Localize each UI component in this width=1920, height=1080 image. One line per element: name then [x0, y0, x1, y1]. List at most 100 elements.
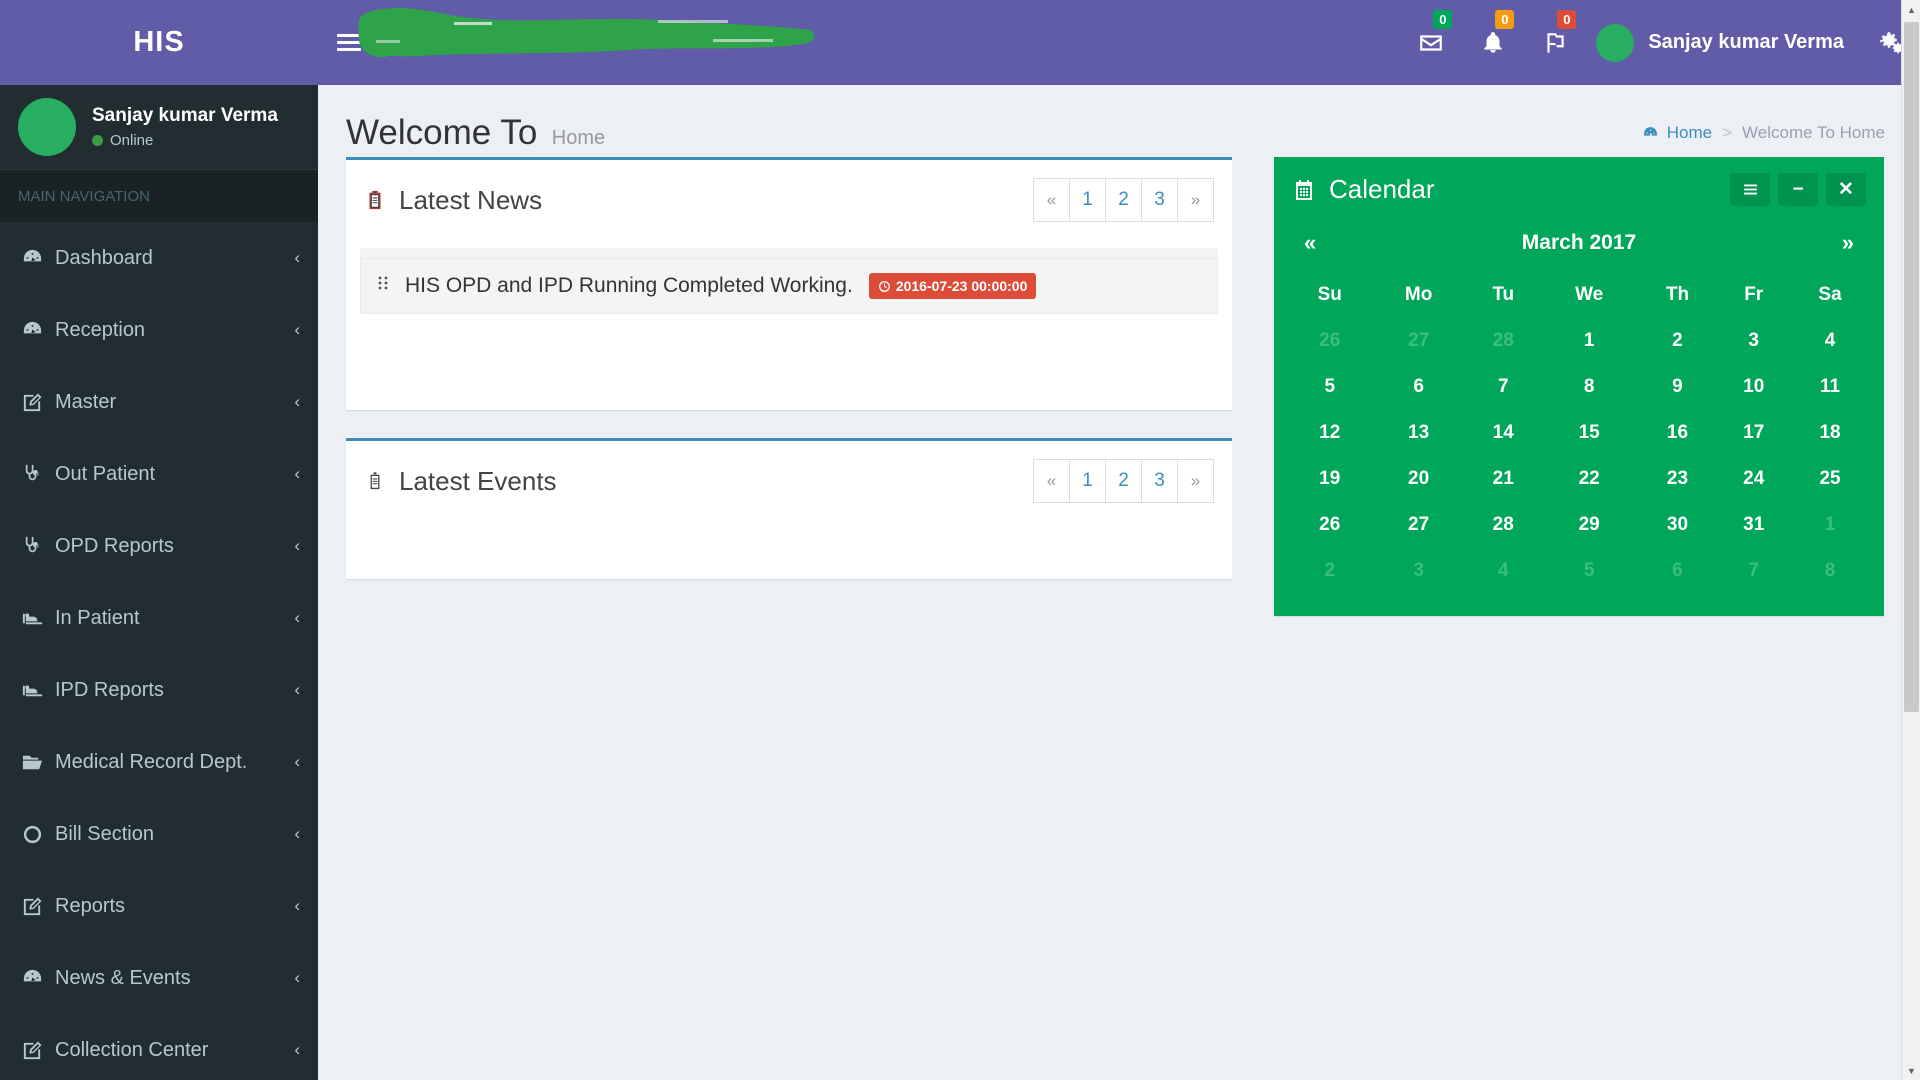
calendar-day-cell[interactable]: 29	[1541, 502, 1638, 548]
calendar-day-cell[interactable]: 28	[1466, 502, 1541, 548]
sidebar-item-out-patient[interactable]: Out Patient ‹	[0, 438, 318, 510]
calendar-day-cell[interactable]: 16	[1638, 410, 1718, 456]
calendar-day-cell[interactable]: 21	[1466, 456, 1541, 502]
sidebar-item-reports[interactable]: Reports ‹	[0, 870, 318, 942]
news-item[interactable]: HIS OPD and IPD Running Completed Workin…	[360, 258, 1218, 314]
calendar-day-cell[interactable]: 14	[1466, 410, 1541, 456]
calendar-day-cell[interactable]: 20	[1371, 456, 1465, 502]
sidebar-item-ipd-reports[interactable]: IPD Reports ‹	[0, 654, 318, 726]
calendar-day-cell[interactable]: 19	[1288, 456, 1371, 502]
events-page-1-button[interactable]: 1	[1069, 459, 1106, 503]
sidebar-item-reception[interactable]: Reception ‹	[0, 294, 318, 366]
stethoscope-icon	[21, 535, 55, 558]
scroll-up-arrow[interactable]: ▲	[1902, 0, 1920, 19]
news-item-date-text: 2016-07-23 00:00:00	[895, 278, 1028, 294]
calendar-day-cell[interactable]: 18	[1790, 410, 1870, 456]
calendar-title-group: Calendar	[1292, 174, 1435, 205]
events-prev-page-button[interactable]: «	[1033, 459, 1070, 503]
sidebar-item-master[interactable]: Master ‹	[0, 366, 318, 438]
calendar-day-cell[interactable]: 10	[1717, 364, 1790, 410]
calendar-close-button[interactable]: ✕	[1826, 173, 1866, 206]
calendar-day-cell[interactable]: 27	[1371, 502, 1465, 548]
news-page-3-button[interactable]: 3	[1141, 178, 1178, 222]
calendar-day-cell[interactable]: 1	[1541, 318, 1638, 364]
sidebar-user-panel[interactable]: Sanjay kumar Verma Online	[0, 85, 318, 170]
calendar-day-cell[interactable]: 8	[1541, 364, 1638, 410]
grip-icon[interactable]	[377, 275, 389, 297]
news-item-date-badge: 2016-07-23 00:00:00	[868, 273, 1037, 299]
calendar-day-cell[interactable]: 24	[1717, 456, 1790, 502]
envelope-icon	[1420, 34, 1443, 51]
calendar-day-cell[interactable]: 9	[1638, 364, 1718, 410]
calendar-day-cell[interactable]: 27	[1371, 318, 1465, 364]
sidebar-item-in-patient[interactable]: In Patient ‹	[0, 582, 318, 654]
calendar-prev-month-button[interactable]: «	[1304, 230, 1344, 256]
calendar-day-cell[interactable]: 26	[1288, 318, 1371, 364]
left-column: Latest News «1 2 3» HIS OPD and IPD Runnin…	[346, 157, 1232, 607]
calendar-day-cell[interactable]: 26	[1288, 502, 1371, 548]
calendar-day-cell[interactable]: 1	[1790, 502, 1870, 548]
messages-menu-button[interactable]: 0	[1400, 0, 1462, 85]
sidebar-item-collection-center[interactable]: Collection Center ‹	[0, 1014, 318, 1080]
calendar-menu-button[interactable]	[1730, 173, 1770, 206]
dashboard-icon	[21, 967, 55, 990]
calendar-next-month-button[interactable]: »	[1814, 230, 1854, 256]
calendar-day-cell[interactable]: 17	[1717, 410, 1790, 456]
calendar-day-cell[interactable]: 6	[1371, 364, 1465, 410]
notifications-menu-button[interactable]: 0	[1462, 0, 1524, 85]
calendar-day-cell[interactable]: 4	[1790, 318, 1870, 364]
calendar-title: Calendar	[1329, 174, 1435, 204]
sidebar-toggle-button[interactable]	[318, 0, 380, 85]
news-prev-page-button[interactable]: «	[1033, 178, 1070, 222]
events-next-page-button[interactable]: »	[1177, 459, 1214, 503]
sidebar-item-opd-reports[interactable]: OPD Reports ‹	[0, 510, 318, 582]
calendar-day-cell[interactable]: 31	[1717, 502, 1790, 548]
events-page-3-button[interactable]: 3	[1141, 459, 1178, 503]
news-page-1-button[interactable]: 1	[1069, 178, 1106, 222]
navbar-user-name: Sanjay kumar Verma	[1648, 31, 1844, 53]
calendar-day-cell[interactable]: 13	[1371, 410, 1465, 456]
calendar-day-cell[interactable]: 23	[1638, 456, 1718, 502]
calendar-day-cell[interactable]: 4	[1466, 548, 1541, 594]
calendar-day-cell[interactable]: 5	[1541, 548, 1638, 594]
calendar-day-cell[interactable]: 28	[1466, 318, 1541, 364]
sidebar-item-news-events[interactable]: News & Events ‹	[0, 942, 318, 1014]
news-next-page-button[interactable]: »	[1177, 178, 1214, 222]
calendar-day-cell[interactable]: 6	[1638, 548, 1718, 594]
calendar-day-cell[interactable]: 8	[1790, 548, 1870, 594]
sidebar-user-status: Online	[92, 132, 278, 149]
calendar-day-cell[interactable]: 2	[1288, 548, 1371, 594]
chevron-left-icon: ‹	[294, 824, 300, 843]
latest-events-header: Latest Events «1 2 3»	[346, 441, 1232, 521]
calendar-day-cell[interactable]: 5	[1288, 364, 1371, 410]
calendar-day-cell[interactable]: 22	[1541, 456, 1638, 502]
calendar-minimize-button[interactable]: −	[1778, 173, 1818, 206]
events-page-2-button[interactable]: 2	[1105, 459, 1142, 503]
calendar-day-cell[interactable]: 3	[1717, 318, 1790, 364]
bed-icon	[21, 607, 55, 630]
tasks-menu-button[interactable]: 0	[1524, 0, 1586, 85]
chevron-left-icon: ‹	[294, 608, 300, 627]
calendar-day-cell[interactable]: 15	[1541, 410, 1638, 456]
calendar-day-cell[interactable]: 25	[1790, 456, 1870, 502]
sidebar-item-medical-record-dept[interactable]: Medical Record Dept. ‹	[0, 726, 318, 798]
user-account-menu[interactable]: Sanjay kumar Verma	[1586, 0, 1862, 85]
scrollbar-thumb[interactable]	[1904, 22, 1919, 712]
calendar-day-cell[interactable]: 3	[1371, 548, 1465, 594]
sidebar-item-dashboard[interactable]: Dashboard ‹	[0, 222, 318, 294]
scroll-down-arrow[interactable]: ▼	[1902, 1061, 1920, 1080]
breadcrumb-home-link[interactable]: Home	[1667, 123, 1712, 143]
calendar-day-cell[interactable]: 7	[1466, 364, 1541, 410]
calendar-day-cell[interactable]: 2	[1638, 318, 1718, 364]
app-logo[interactable]: HIS	[0, 0, 318, 85]
calendar-day-cell[interactable]: 30	[1638, 502, 1718, 548]
calendar-day-cell[interactable]: 12	[1288, 410, 1371, 456]
news-list-top-strip	[360, 248, 1218, 258]
sidebar-item-bill-section[interactable]: Bill Section ‹	[0, 798, 318, 870]
calendar-day-cell[interactable]: 7	[1717, 548, 1790, 594]
news-page-2-button[interactable]: 2	[1105, 178, 1142, 222]
dashboard-icon	[21, 247, 55, 270]
calendar-day-cell[interactable]: 11	[1790, 364, 1870, 410]
page-scrollbar[interactable]: ▲ ▼	[1901, 0, 1920, 1080]
content-wrapper: Welcome To Home Home > Welcome To Home L…	[318, 85, 1920, 1080]
